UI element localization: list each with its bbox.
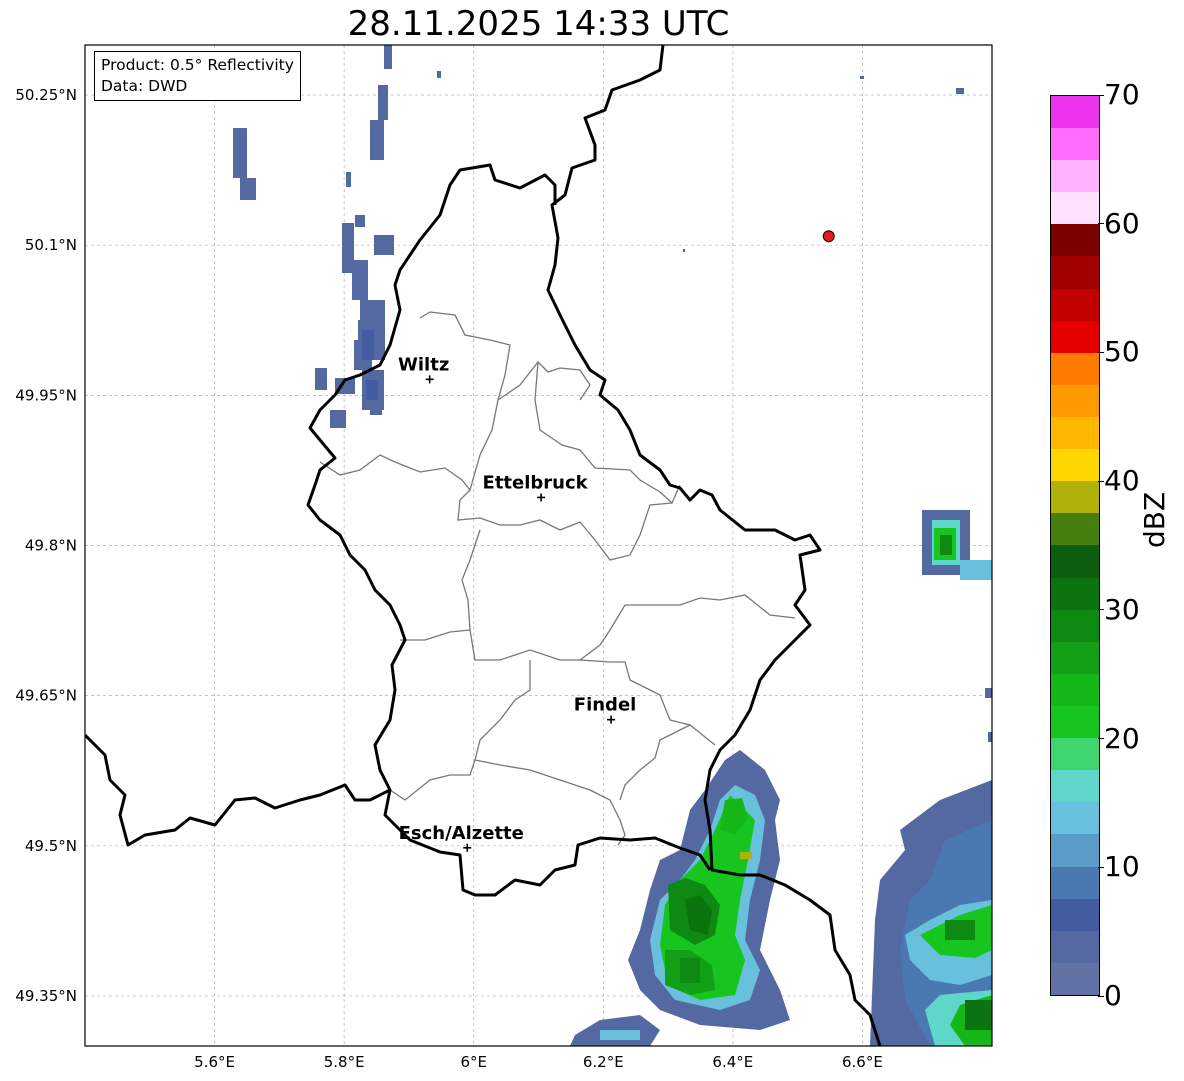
lon-tick-label: 6°E (460, 1053, 487, 1071)
city-label: Ettelbruck (483, 472, 589, 493)
colorbar-segment (1051, 288, 1099, 321)
colorbar-segment (1051, 866, 1099, 899)
colorbar-tick-label: 10 (1098, 850, 1140, 884)
lat-tick-label: 49.8°N (25, 537, 77, 555)
lon-tick-label: 5.8°E (324, 1053, 365, 1071)
colorbar-segment (1051, 417, 1099, 450)
colorbar-tick-label: 50 (1098, 335, 1140, 369)
colorbar-segment (1051, 738, 1099, 771)
colorbar-tick-label: 30 (1098, 592, 1140, 626)
lat-tick-label: 49.35°N (15, 987, 77, 1005)
product-label: Product: 0.5° Reflectivity (101, 56, 294, 74)
lat-tick-label: 50.25°N (15, 86, 77, 104)
colorbar-segment (1051, 898, 1099, 931)
colorbar-label: dBZ (1138, 491, 1171, 548)
colorbar-segment (1051, 449, 1099, 482)
colorbar-tick-label: 60 (1098, 206, 1140, 240)
colorbar-segment (1051, 513, 1099, 546)
data-source-label: Data: DWD (101, 77, 188, 95)
colorbar-segment (1051, 802, 1099, 835)
lat-tick-label: 49.5°N (25, 837, 77, 855)
lon-tick-label: 5.6°E (194, 1053, 235, 1071)
colorbar-segment (1051, 706, 1099, 739)
lon-tick-label: 6.2°E (583, 1053, 624, 1071)
colorbar-segment (1051, 320, 1099, 353)
colorbar-segment (1051, 609, 1099, 642)
lon-tick-label: 6.6°E (842, 1053, 883, 1071)
city-label: Findel (574, 695, 637, 716)
city-label: Esch/Alzette (399, 823, 524, 844)
lat-tick-label: 49.65°N (15, 687, 77, 705)
colorbar-segment (1051, 160, 1099, 193)
colorbar-segment (1051, 770, 1099, 803)
colorbar (1050, 95, 1100, 996)
lon-tick-label: 6.4°E (712, 1053, 753, 1071)
colorbar-segment (1051, 673, 1099, 707)
colorbar-segment (1051, 962, 1099, 995)
colorbar-segment (1051, 384, 1099, 418)
colorbar-segment (1051, 352, 1099, 385)
colorbar-tick-label: 40 (1098, 464, 1140, 498)
colorbar-tick-label: 20 (1098, 721, 1140, 755)
radar-map[interactable]: Wiltz Ettelbruck Findel Esch/Alzette 5.6°E 5… (0, 0, 1184, 1081)
colorbar-segment (1051, 481, 1099, 514)
colorbar-segment (1051, 834, 1099, 867)
radar-site-marker[interactable] (822, 230, 835, 243)
colorbar-segment (1051, 192, 1099, 225)
colorbar-segment (1051, 577, 1099, 610)
lat-tick-label: 50.1°N (25, 236, 77, 254)
colorbar-segment (1051, 545, 1099, 578)
colorbar-segment (1051, 95, 1099, 129)
colorbar-segment (1051, 128, 1099, 161)
city-label: Wiltz (398, 354, 449, 375)
colorbar-segment (1051, 224, 1099, 257)
colorbar-segment (1051, 256, 1099, 289)
colorbar-segment (1051, 641, 1099, 674)
colorbar-tick-label: 70 (1098, 78, 1140, 111)
colorbar-segment (1051, 930, 1099, 963)
colorbar-tick-label: 0 (1098, 979, 1122, 1012)
lat-tick-label: 49.95°N (15, 386, 77, 404)
product-info-box: Product: 0.5° Reflectivity Data: DWD (94, 51, 301, 101)
